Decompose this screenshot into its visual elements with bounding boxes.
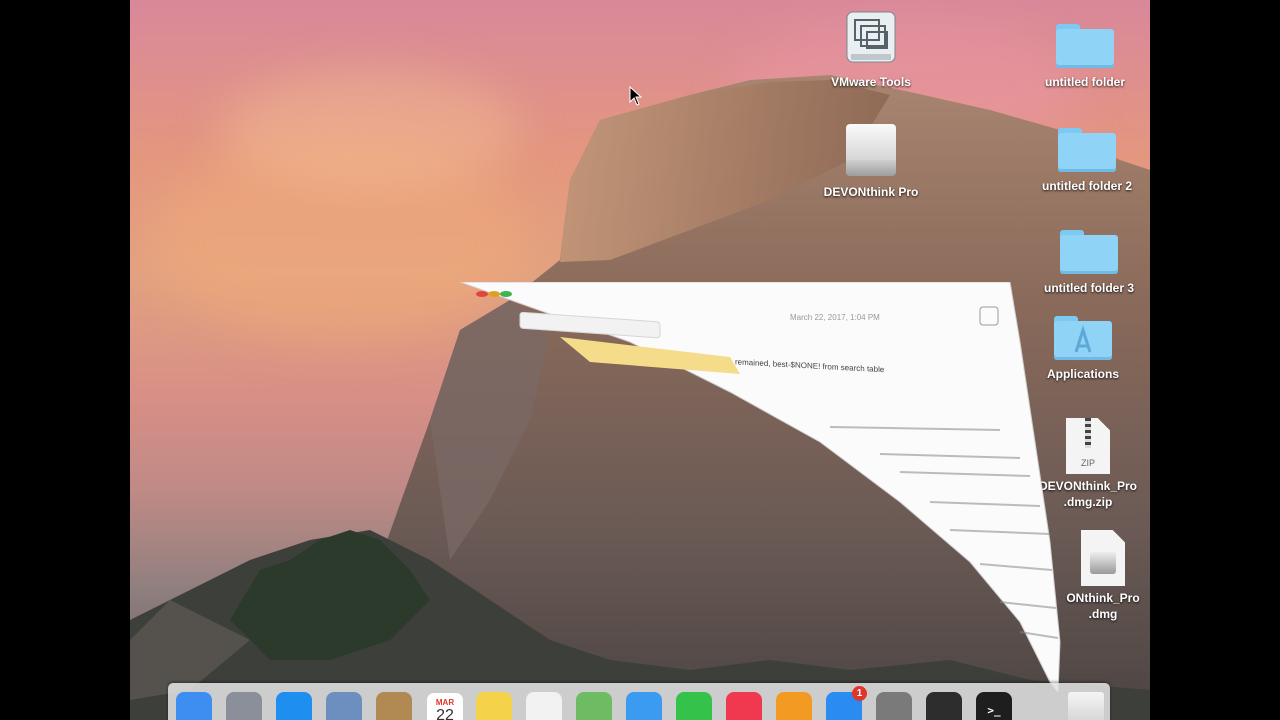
maps-icon[interactable] (576, 692, 612, 720)
app-store-icon[interactable]: 1 (826, 686, 867, 720)
terminal-prompt: >_ (987, 703, 1001, 717)
finder-icon[interactable] (176, 692, 212, 720)
messages-icon[interactable] (626, 692, 662, 720)
calendar-day: 22 (436, 707, 454, 720)
reminders-icon[interactable] (526, 692, 562, 720)
notification-badge: 1 (852, 686, 867, 701)
dock: MAR 22 1 >_ (168, 683, 1110, 720)
mail-icon[interactable] (326, 692, 362, 720)
terminal-icon[interactable]: >_ (976, 692, 1012, 720)
calendar-month: MAR (435, 698, 455, 707)
minimizing-window: March 22, 2017, 1:04 PM remained, best-$… (460, 282, 1061, 692)
desktop: VMware Tools untitled folder DEVONthink … (130, 0, 1150, 720)
folder-icon (1056, 24, 1114, 68)
window-timestamp: March 22, 2017, 1:04 PM (790, 313, 880, 322)
desktop-icon-vmware-tools[interactable]: VMware Tools (816, 8, 926, 90)
contacts-icon[interactable] (376, 692, 412, 720)
desktop-icon-untitled-folder-2[interactable]: untitled folder 2 (1032, 128, 1142, 194)
ibooks-icon[interactable] (776, 692, 812, 720)
itunes-icon[interactable] (726, 692, 762, 720)
desktop-icon-label: untitled folder (1045, 75, 1125, 89)
launchpad-icon[interactable] (226, 692, 262, 720)
desktop-icon-label: DEVONthink Pro (823, 185, 919, 199)
folder-icon (1058, 128, 1116, 172)
desktop-icon-untitled-folder[interactable]: untitled folder (1030, 24, 1140, 90)
drive-icon (846, 124, 896, 180)
activity-monitor-icon[interactable] (926, 692, 962, 720)
desktop-icon-label: VMware Tools (831, 75, 911, 89)
desktop-icon-devonthink-pro[interactable]: DEVONthink Pro (816, 124, 926, 200)
system-preferences-icon[interactable] (876, 692, 912, 720)
calendar-icon[interactable]: MAR 22 (426, 692, 464, 720)
desktop-icon-label: untitled folder 2 (1042, 179, 1132, 193)
notes-icon[interactable] (476, 692, 512, 720)
trash-icon[interactable] (1068, 692, 1104, 720)
mouse-cursor-icon (629, 86, 643, 106)
safari-icon[interactable] (276, 692, 312, 720)
folder-icon (1060, 230, 1118, 274)
window-traffic-lights[interactable] (476, 291, 512, 297)
vmware-icon (846, 11, 896, 63)
facetime-icon[interactable] (676, 692, 712, 720)
